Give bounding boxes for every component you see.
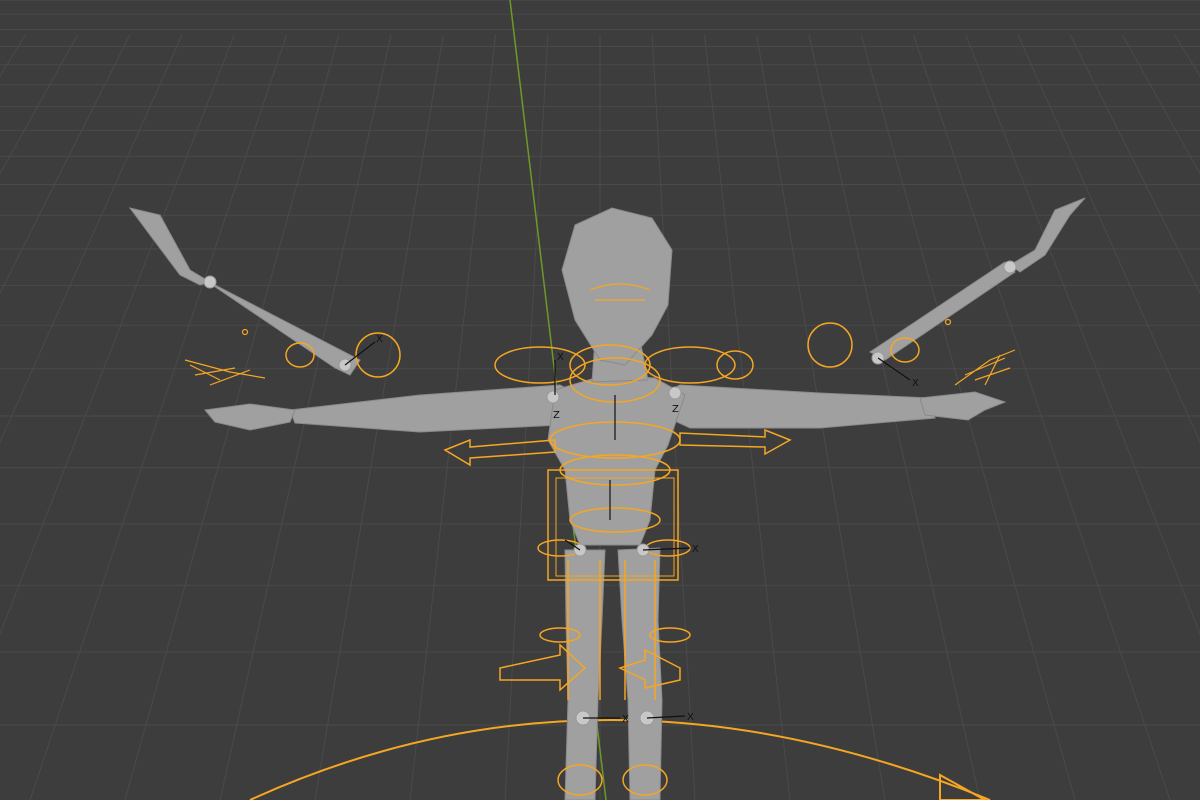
axis-label-x-2: X xyxy=(912,378,919,389)
right-wrist-joint[interactable] xyxy=(1003,260,1017,274)
left-shoulder-ring[interactable] xyxy=(494,346,586,384)
left-leg-mesh[interactable] xyxy=(564,549,606,800)
right-raised-hand-mesh[interactable] xyxy=(1009,197,1086,273)
torso-mesh[interactable] xyxy=(547,374,686,546)
axis-label-x-5: X xyxy=(622,714,629,725)
grid-line xyxy=(0,34,183,444)
head-mesh[interactable] xyxy=(561,207,673,366)
viewport-canvas[interactable]: X X X X X X Z Z xyxy=(0,0,1200,800)
axis-label-x-4: X xyxy=(692,544,699,555)
left-upper-ring[interactable] xyxy=(285,342,315,368)
left-torso-arrow[interactable] xyxy=(443,438,556,467)
left-raised-hand-mesh[interactable] xyxy=(128,207,212,286)
right-shoulder-joint[interactable] xyxy=(668,386,682,400)
right-elbow-ring[interactable] xyxy=(807,322,853,368)
axis-label-z-2: Z xyxy=(672,404,679,415)
axis-label-z-1: Z xyxy=(553,410,560,421)
right-torso-arrow[interactable] xyxy=(679,428,792,456)
left-wrist-joint[interactable] xyxy=(203,275,217,289)
grid-line xyxy=(1017,34,1200,444)
axis-label-x-3: X xyxy=(376,334,383,345)
right-arm-mesh[interactable] xyxy=(638,384,936,429)
left-raised-arm-mesh[interactable] xyxy=(204,279,361,376)
grid-line xyxy=(1122,34,1200,175)
grid-line xyxy=(0,34,78,175)
grid-line xyxy=(0,34,235,636)
grid-line xyxy=(1069,34,1200,295)
left-hand-mesh[interactable] xyxy=(204,403,296,431)
3d-viewport[interactable]: X X X X X X Z Z xyxy=(0,0,1200,800)
left-shoulder-joint[interactable] xyxy=(546,390,560,404)
grid-line xyxy=(1174,34,1200,78)
character-mesh[interactable] xyxy=(128,197,1086,800)
left-hand-ik-cluster[interactable] xyxy=(184,328,266,386)
grid-line xyxy=(0,34,131,295)
grid-line xyxy=(965,34,1200,636)
grid-line xyxy=(0,34,26,78)
axis-label-x-1: X xyxy=(557,352,564,363)
root-control-ring[interactable] xyxy=(249,719,991,800)
right-shoulder-ring[interactable] xyxy=(644,346,736,384)
axis-label-x-6: X xyxy=(687,712,694,723)
